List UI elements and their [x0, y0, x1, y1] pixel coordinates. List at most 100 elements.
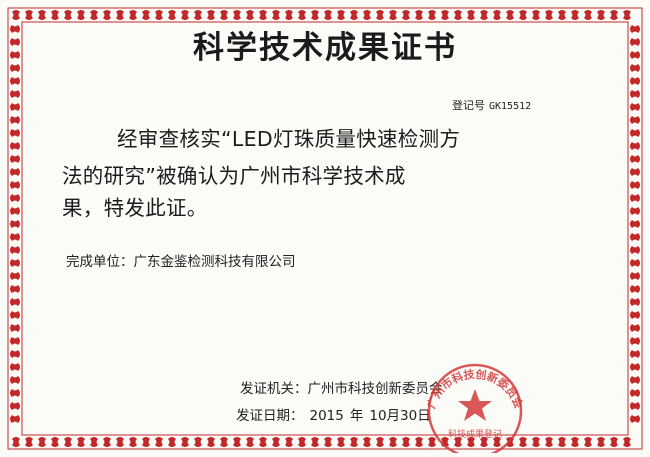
official-seal: 广州市科技创新委员会 科技成果登记 — [424, 363, 526, 453]
border-ornament — [324, 437, 332, 447]
border-ornament — [10, 389, 20, 397]
border-ornament — [630, 350, 640, 358]
border-ornament — [90, 10, 98, 20]
border-ornament — [630, 298, 640, 306]
border-ornament — [630, 272, 640, 280]
border-ornament — [350, 10, 358, 20]
border-ornament — [10, 311, 20, 319]
border-ornament — [337, 10, 345, 20]
border-ornament — [181, 437, 189, 447]
border-ornament — [623, 10, 631, 20]
border-ornament — [630, 337, 640, 345]
border-ornament — [558, 437, 566, 447]
border-ornament — [10, 90, 20, 98]
border-ornament — [571, 437, 579, 447]
border-ornament — [64, 437, 72, 447]
border-ornament — [51, 437, 59, 447]
border-ornament — [77, 437, 85, 447]
border-ornament — [376, 10, 384, 20]
border-ornament — [25, 437, 33, 447]
border-ornament — [272, 437, 280, 447]
border-ornament — [285, 437, 293, 447]
border-ornament — [25, 10, 33, 20]
border-ornament — [10, 194, 20, 202]
border-ornament — [350, 437, 358, 447]
border-ornament — [10, 142, 20, 150]
border-ornament — [10, 77, 20, 85]
border-ornament — [155, 437, 163, 447]
border-ornament — [558, 10, 566, 20]
border-ornament — [272, 10, 280, 20]
border-ornament — [168, 437, 176, 447]
border-ornament — [363, 437, 371, 447]
border-ornament — [428, 10, 436, 20]
border-ornament — [630, 103, 640, 111]
certificate: 科学技术成果证书 登记号 GK15512 经审查核实“LED灯珠质量快速检测方 法… — [0, 0, 650, 457]
border-ornament — [116, 10, 124, 20]
border-ornament — [10, 233, 20, 241]
border-ornament — [311, 437, 319, 447]
border-ornament — [64, 10, 72, 20]
border-ornament — [129, 10, 137, 20]
border-ornament — [402, 10, 410, 20]
border-ornament — [519, 10, 527, 20]
border-ornament — [630, 246, 640, 254]
border-ornament — [10, 272, 20, 280]
border-ornament — [10, 350, 20, 358]
border-ornament — [207, 10, 215, 20]
issuing-authority: 发证机关：广州市科技创新委员会 — [240, 381, 443, 397]
border-ornament — [10, 181, 20, 189]
border-ornament — [12, 10, 20, 20]
border-ornament — [10, 415, 20, 423]
border-ornament — [630, 402, 640, 410]
body-text-line-3: 果，特发此证。 — [62, 196, 208, 220]
border-ornament — [233, 10, 241, 20]
border-ornament — [630, 311, 640, 319]
body-text-line-2: 法的研究”被确认为广州市科学技术成 — [62, 164, 406, 188]
border-ornament — [630, 194, 640, 202]
issue-date-label: 发证日期： — [236, 408, 304, 424]
border-ornament — [630, 207, 640, 215]
border-ornament — [10, 103, 20, 111]
border-ornament — [480, 10, 488, 20]
border-ornament — [194, 10, 202, 20]
border-ornament — [233, 437, 241, 447]
border-ornament — [630, 363, 640, 371]
border-ornament — [415, 10, 423, 20]
border-ornament — [571, 10, 579, 20]
border-ornament — [298, 437, 306, 447]
border-ornament — [597, 437, 605, 447]
border-ornament — [10, 220, 20, 228]
border-ornament — [38, 10, 46, 20]
issue-date-row: 发证日期： 2015 年 10月30日 — [236, 404, 431, 424]
border-ornament — [10, 337, 20, 345]
border-ornament — [194, 437, 202, 447]
border-ornament — [155, 10, 163, 20]
border-ornament — [129, 437, 137, 447]
border-ornament — [630, 285, 640, 293]
border-ornament — [441, 10, 449, 20]
border-ornament — [12, 437, 20, 447]
border-ornament — [376, 437, 384, 447]
border-ornament — [324, 10, 332, 20]
border-ornament — [10, 298, 20, 306]
border-ornament — [630, 155, 640, 163]
border-ornament — [630, 259, 640, 267]
border-ornament — [77, 10, 85, 20]
border-ornament — [389, 437, 397, 447]
border-ornament — [246, 10, 254, 20]
registration-label: 登记号 — [452, 99, 485, 112]
border-ornament — [103, 437, 111, 447]
registration-number: GK15512 — [489, 101, 532, 112]
certificate-title: 科学技术成果证书 — [193, 30, 457, 66]
border-ornament — [630, 77, 640, 85]
border-ornament — [467, 10, 475, 20]
border-ornament — [402, 437, 410, 447]
border-ornament — [630, 116, 640, 124]
border-ornament — [630, 168, 640, 176]
border-ornament — [142, 437, 150, 447]
border-ornament — [630, 142, 640, 150]
border-ornament — [363, 10, 371, 20]
border-ornament — [38, 437, 46, 447]
border-ornament — [630, 415, 640, 423]
